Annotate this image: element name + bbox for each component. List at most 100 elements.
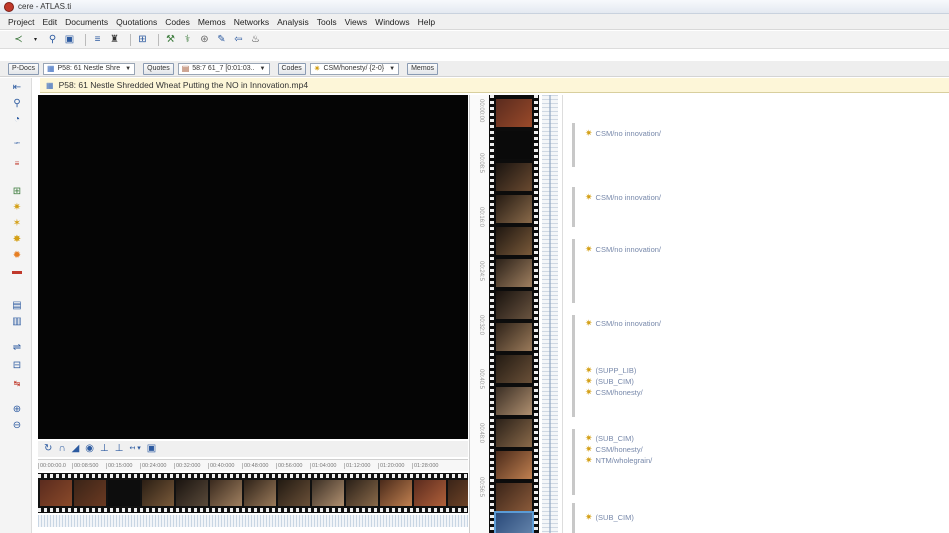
vertical-timecode-column: 00:00:00 00:08:5 00:16:0 00:24:5 00:32:0…	[469, 95, 489, 533]
pdocs-button[interactable]: P-Docs	[8, 62, 39, 75]
code-tag[interactable]: ✷ (SUPP_LIB)	[585, 365, 636, 375]
quotation-bracket[interactable]	[572, 239, 576, 303]
set-start-icon[interactable]: ⊥	[100, 444, 109, 454]
video-thumbnail	[496, 163, 532, 191]
menu-project[interactable]: Project	[8, 17, 34, 27]
menu-tools[interactable]: Tools	[317, 17, 337, 27]
quote-list-icon[interactable]: ≡	[10, 158, 24, 170]
video-thumbnail	[176, 480, 208, 506]
audio-waveform-horizontal[interactable]	[38, 515, 468, 527]
quotation-bracket[interactable]	[572, 315, 576, 365]
assign-document-icon[interactable]: ≡	[91, 34, 104, 46]
code-icon: ✷	[585, 243, 593, 254]
video-thumbnail	[380, 480, 412, 506]
pen-icon[interactable]: ✎	[215, 34, 228, 46]
pdoc-selector-value: P58: 61 Nestle Shre	[57, 65, 121, 72]
menu-help[interactable]: Help	[418, 17, 435, 27]
comment-icon[interactable]: ◔	[10, 114, 24, 126]
query-tool-icon[interactable]: ⚒	[164, 34, 177, 46]
menu-memos[interactable]: Memos	[198, 17, 226, 27]
pointer-icon[interactable]: ⇤	[10, 82, 24, 94]
menu-edit[interactable]: Edit	[42, 17, 57, 27]
link-list-icon[interactable]: ⊟	[10, 360, 24, 372]
memo-icon[interactable]: ▤	[10, 300, 24, 312]
volume-icon[interactable]: ◢	[72, 444, 80, 454]
code-tag[interactable]: ✷ CSM/honesty/	[585, 444, 643, 454]
code-tag[interactable]: ✷ (SUB_CIM)	[585, 433, 634, 443]
video-thumbnail	[496, 355, 532, 383]
quotes-button[interactable]: Quotes	[143, 62, 174, 75]
network-icon[interactable]: ⊛	[198, 34, 211, 46]
menu-analysis[interactable]: Analysis	[277, 17, 309, 27]
memo-edit-icon[interactable]: ▥	[10, 316, 24, 328]
cooccurrence-icon[interactable]: ⚕	[181, 34, 194, 46]
navigate-icon[interactable]: ⇦	[232, 34, 245, 46]
dropdown-arrow-icon[interactable]: ▾	[29, 34, 42, 46]
code-invivo-icon[interactable]: ✶	[10, 218, 24, 230]
margin-area[interactable]: ✷ CSM/no innovation/ ✷ CSM/no innovation…	[562, 95, 949, 533]
family-icon[interactable]: ⊞	[136, 34, 149, 46]
ruler-tick: 00:32:000	[174, 462, 208, 469]
code-label: NTM/wholegrain/	[595, 455, 653, 465]
code-tag[interactable]: ✷ NTM/wholegrain/	[585, 455, 652, 465]
menu-networks[interactable]: Networks	[234, 17, 269, 27]
code-remove-icon[interactable]: ▬	[10, 266, 24, 278]
loop-icon[interactable]: ↻	[44, 444, 52, 454]
main-toolbar: ≺ ▾ ⚲ ▣ ≡ ♜ ⊞ ⚒ ⚕ ⊛ ✎ ⇦ ♨	[0, 31, 949, 49]
code-tag[interactable]: ✷ (SUB_CIM)	[585, 512, 634, 522]
quote-selector[interactable]: ▤ 58:7 61_7 [0:01:03.. ▼	[177, 62, 270, 75]
headphones-icon[interactable]: ∩	[58, 444, 65, 454]
quotation-bracket[interactable]	[572, 187, 576, 227]
zoom-in-icon[interactable]: ⊕	[10, 404, 24, 416]
search-icon[interactable]: ⚲	[10, 98, 24, 110]
code-label: CSM/honesty/	[595, 444, 643, 454]
search-binoculars-icon[interactable]: ♜	[108, 34, 121, 46]
memos-button[interactable]: Memos	[407, 62, 439, 75]
quotation-bracket[interactable]	[572, 429, 576, 495]
new-project-icon[interactable]: ≺	[12, 34, 25, 46]
quote-marks-icon[interactable]: “”	[10, 140, 24, 152]
vertical-timecode: 00:32:0	[478, 315, 484, 336]
code-tag[interactable]: ✷ CSM/no innovation/	[585, 128, 661, 138]
code-drag-icon[interactable]: ✸	[10, 234, 24, 246]
codes-button[interactable]: Codes	[277, 62, 306, 75]
set-end-icon[interactable]: ⊥	[115, 444, 124, 454]
menu-documents[interactable]: Documents	[65, 17, 108, 27]
code-open-icon[interactable]: ✷	[10, 202, 24, 214]
menu-codes[interactable]: Codes	[165, 17, 190, 27]
time-ruler[interactable]: 00:00:00.0 00:08:500 00:15:000 00:24:000…	[38, 459, 468, 471]
navigator-bar: P-Docs ▦ P58: 61 Nestle Shre ▼ Quotes ▤ …	[0, 61, 949, 77]
zoom-out-icon[interactable]: ⊖	[10, 420, 24, 432]
vertical-filmstrip[interactable]	[489, 95, 539, 533]
brush-icon[interactable]: ♨	[249, 34, 262, 46]
record-icon[interactable]: ◉	[85, 444, 94, 454]
ruler-tick: 00:24:000	[140, 462, 174, 469]
code-tag[interactable]: ✷ CSM/no innovation/	[585, 244, 661, 254]
code-tag[interactable]: ✷ CSM/no innovation/	[585, 192, 661, 202]
quotation-bracket[interactable]	[572, 123, 576, 167]
code-tag[interactable]: ✷ (SUB_CIM)	[585, 376, 634, 386]
horizontal-filmstrip[interactable]	[38, 473, 468, 513]
open-icon[interactable]: ⚲	[46, 34, 59, 46]
vertical-timecode: 00:08:5	[478, 153, 484, 174]
vertical-timecode: 00:16:0	[478, 207, 484, 228]
quotation-bracket[interactable]	[572, 361, 576, 417]
video-player[interactable]	[38, 95, 468, 439]
skip-dropdown-icon[interactable]: ↤ ▾	[129, 444, 140, 454]
code-color-icon[interactable]: ✹	[10, 250, 24, 262]
hyperlink-icon[interactable]: ↹	[10, 378, 24, 390]
audio-waveform-vertical[interactable]	[542, 95, 558, 533]
menu-quotations[interactable]: Quotations	[116, 17, 157, 27]
snapshot-icon[interactable]: ▣	[147, 444, 156, 454]
menu-views[interactable]: Views	[345, 17, 368, 27]
left-vertical-toolbar: ⇤ ⚲ ◔ “” ≡ ⊞ ✷ ✶ ✸ ✹ ▬ ▤ ▥ ⇌ ⊟ ↹ ⊕ ⊖	[0, 78, 32, 533]
save-icon[interactable]: ▣	[63, 34, 76, 46]
quotation-bracket[interactable]	[572, 503, 576, 533]
link-icon[interactable]: ⇌	[10, 342, 24, 354]
code-list-icon[interactable]: ⊞	[10, 186, 24, 198]
code-tag[interactable]: ✷ CSM/no innovation/	[585, 318, 661, 328]
code-tag[interactable]: ✷ CSM/honesty/	[585, 387, 643, 397]
pdoc-selector[interactable]: ▦ P58: 61 Nestle Shre ▼	[42, 62, 136, 75]
code-selector[interactable]: ✷ CSM/honesty/ {2-0} ▼	[309, 62, 400, 75]
menu-windows[interactable]: Windows	[375, 17, 409, 27]
